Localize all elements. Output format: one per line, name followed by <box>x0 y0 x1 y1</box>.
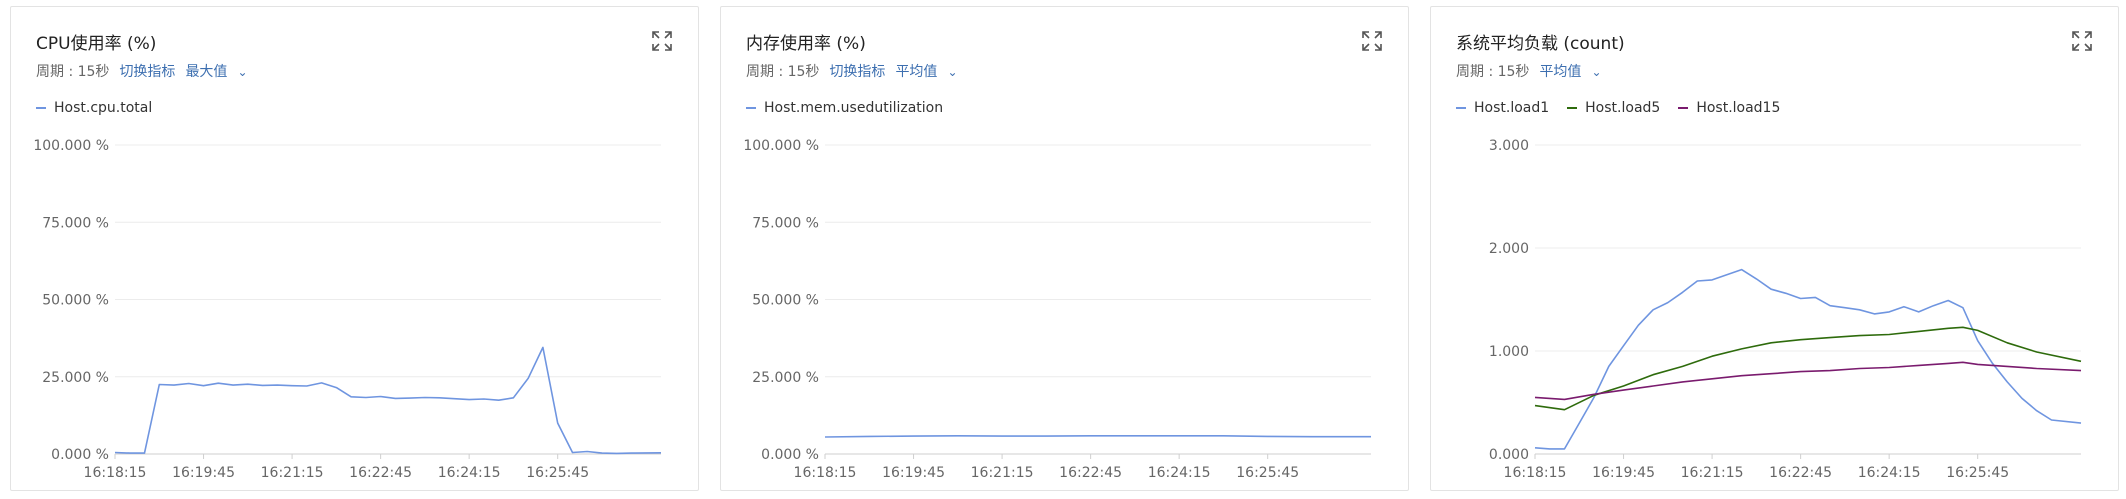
memory-usage-panel: 内存使用率 (%) 周期 : 15秒 切换指标 平均值 ⌄ Host.mem.used… <box>720 6 1409 491</box>
x-tick-label: 16:19:45 <box>1592 465 1655 481</box>
panel-subtitle: 周期 : 15秒 切换指标 平均值 ⌄ <box>746 61 958 81</box>
legend-label: Host.load5 <box>1585 100 1661 116</box>
legend-label: Host.load15 <box>1696 100 1781 116</box>
y-tick-label: 25.000 % <box>42 370 109 386</box>
x-tick-label: 16:25:45 <box>526 465 589 481</box>
x-tick-label: 16:21:15 <box>261 465 324 481</box>
panel-title: 系统平均负载 (count) <box>1456 34 1625 54</box>
legend-label: Host.load1 <box>1474 100 1550 116</box>
y-tick-label: 2.000 <box>1489 241 1529 257</box>
chart-legend: Host.load1 Host.load5 Host.load15 <box>1456 100 1798 116</box>
x-tick-label: 16:25:45 <box>1236 465 1299 481</box>
y-tick-label: 3.000 <box>1489 138 1529 154</box>
x-tick-label: 16:22:45 <box>349 465 412 481</box>
switch-metric-link[interactable]: 切换指标 <box>119 64 175 80</box>
legend-swatch <box>1456 107 1466 109</box>
chevron-down-icon[interactable]: ⌄ <box>1591 65 1601 79</box>
y-tick-label: 1.000 <box>1489 344 1529 360</box>
series-line-host-cpu-total <box>114 346 662 455</box>
legend-swatch <box>1567 107 1578 109</box>
legend-swatch <box>746 107 756 109</box>
legend-item[interactable]: Host.load1 <box>1456 100 1549 116</box>
load-average-chart: 0.000 1.000 2.000 3.000 16:18:15 16:19:45 16:2… <box>1489 138 2082 481</box>
y-tick-label: 0.000 % <box>51 447 109 463</box>
panel-title: CPU使用率 (%) <box>36 34 157 54</box>
chevron-down-icon[interactable]: ⌄ <box>237 65 247 79</box>
x-tick-label: 16:18:15 <box>794 465 857 481</box>
load-average-panel: 系统平均负载 (count) 周期 : 15秒 平均值 ⌄ Host.load1 Ho… <box>1430 6 2119 491</box>
x-tick-label: 16:22:45 <box>1769 465 1832 481</box>
y-tick-label: 0.000 % <box>761 447 819 463</box>
aggregation-select[interactable]: 平均值 <box>1539 64 1581 80</box>
x-tick-label: 16:19:45 <box>172 465 235 481</box>
aggregation-select[interactable]: 最大值 <box>185 64 227 80</box>
memory-usage-chart: 0.000 % 25.000 % 50.000 % 75.000 % 100.000 %… <box>743 138 1371 481</box>
legend-swatch <box>36 107 46 109</box>
period-label: 周期 : 15秒 <box>746 64 820 80</box>
aggregation-select[interactable]: 平均值 <box>895 64 937 80</box>
cpu-usage-panel: CPU使用率 (%) 周期 : 15秒 切换指标 最大值 ⌄ Host.cpu.tot… <box>10 6 699 491</box>
y-tick-label: 100.000 % <box>743 138 819 154</box>
x-tick-label: 16:24:15 <box>1858 465 1921 481</box>
legend-item[interactable]: Host.load15 <box>1678 100 1780 116</box>
legend-swatch <box>1678 107 1689 109</box>
expand-icon[interactable] <box>2070 29 2094 53</box>
y-tick-label: 75.000 % <box>752 215 819 231</box>
cpu-usage-chart: 0.000 % 25.000 % 50.000 % 75.000 % 100.000 %… <box>33 138 662 481</box>
y-tick-label: 50.000 % <box>42 293 109 309</box>
chart-legend: Host.cpu.total <box>36 100 170 116</box>
chart-legend: Host.mem.usedutilization <box>746 100 961 116</box>
legend-label: Host.mem.usedutilization <box>764 100 944 116</box>
x-tick-label: 16:22:45 <box>1059 465 1122 481</box>
x-tick-label: 16:21:15 <box>971 465 1034 481</box>
period-label: 周期 : 15秒 <box>36 64 110 80</box>
expand-icon[interactable] <box>650 29 674 53</box>
y-tick-label: 75.000 % <box>42 215 109 231</box>
x-tick-label: 16:24:15 <box>438 465 501 481</box>
series-line-host-load15 <box>1534 361 2082 401</box>
chevron-down-icon[interactable]: ⌄ <box>947 65 957 79</box>
x-tick-label: 16:21:15 <box>1681 465 1744 481</box>
y-tick-label: 0.000 <box>1489 447 1529 463</box>
x-tick-label: 16:25:45 <box>1946 465 2009 481</box>
x-tick-label: 16:18:15 <box>84 465 147 481</box>
panel-subtitle: 周期 : 15秒 切换指标 最大值 ⌄ <box>36 61 248 81</box>
expand-icon[interactable] <box>1360 29 1384 53</box>
panel-subtitle: 周期 : 15秒 平均值 ⌄ <box>1456 61 1602 81</box>
legend-item[interactable]: Host.mem.usedutilization <box>746 100 943 116</box>
legend-label: Host.cpu.total <box>54 100 153 116</box>
period-label: 周期 : 15秒 <box>1456 64 1530 80</box>
x-tick-label: 16:24:15 <box>1148 465 1211 481</box>
panel-title: 内存使用率 (%) <box>746 34 866 54</box>
legend-item[interactable]: Host.cpu.total <box>36 100 152 116</box>
y-tick-label: 25.000 % <box>752 370 819 386</box>
series-line-host-load5 <box>1534 326 2082 411</box>
y-tick-label: 100.000 % <box>33 138 109 154</box>
series-line-host-load1 <box>1534 268 2082 450</box>
x-tick-label: 16:18:15 <box>1504 465 1567 481</box>
y-tick-label: 50.000 % <box>752 293 819 309</box>
x-tick-label: 16:19:45 <box>882 465 945 481</box>
series-line-host-mem-usedutilization <box>824 434 1371 438</box>
legend-item[interactable]: Host.load5 <box>1567 100 1660 116</box>
switch-metric-link[interactable]: 切换指标 <box>829 64 885 80</box>
